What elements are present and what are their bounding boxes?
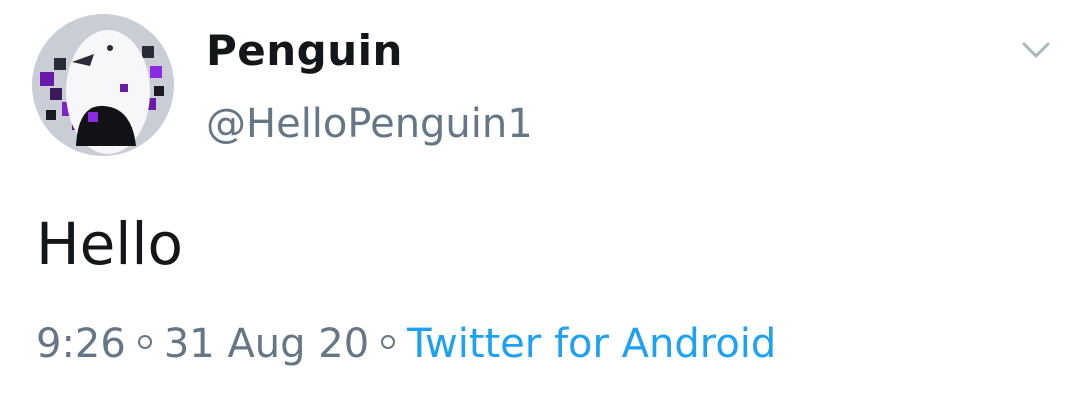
avatar[interactable] [32, 14, 174, 156]
separator-dot [137, 335, 152, 349]
tweet-date[interactable]: 31 Aug 20 [164, 321, 369, 367]
penguin-avatar-image [32, 14, 174, 156]
tweet-card: Penguin @HelloPenguin1 Hello 9:26 31 Aug … [0, 0, 1080, 409]
chevron-down-icon[interactable] [1020, 38, 1052, 62]
tweet-time[interactable]: 9:26 [36, 321, 126, 367]
tweet-source-link[interactable]: Twitter for Android [407, 321, 776, 367]
author-display-name[interactable]: Penguin [206, 30, 403, 72]
author-handle[interactable]: @HelloPenguin1 [206, 104, 533, 144]
separator-dot [381, 335, 396, 349]
tweet-meta: 9:26 31 Aug 20 Twitter for Android [36, 324, 776, 364]
tweet-text: Hello [36, 210, 184, 278]
